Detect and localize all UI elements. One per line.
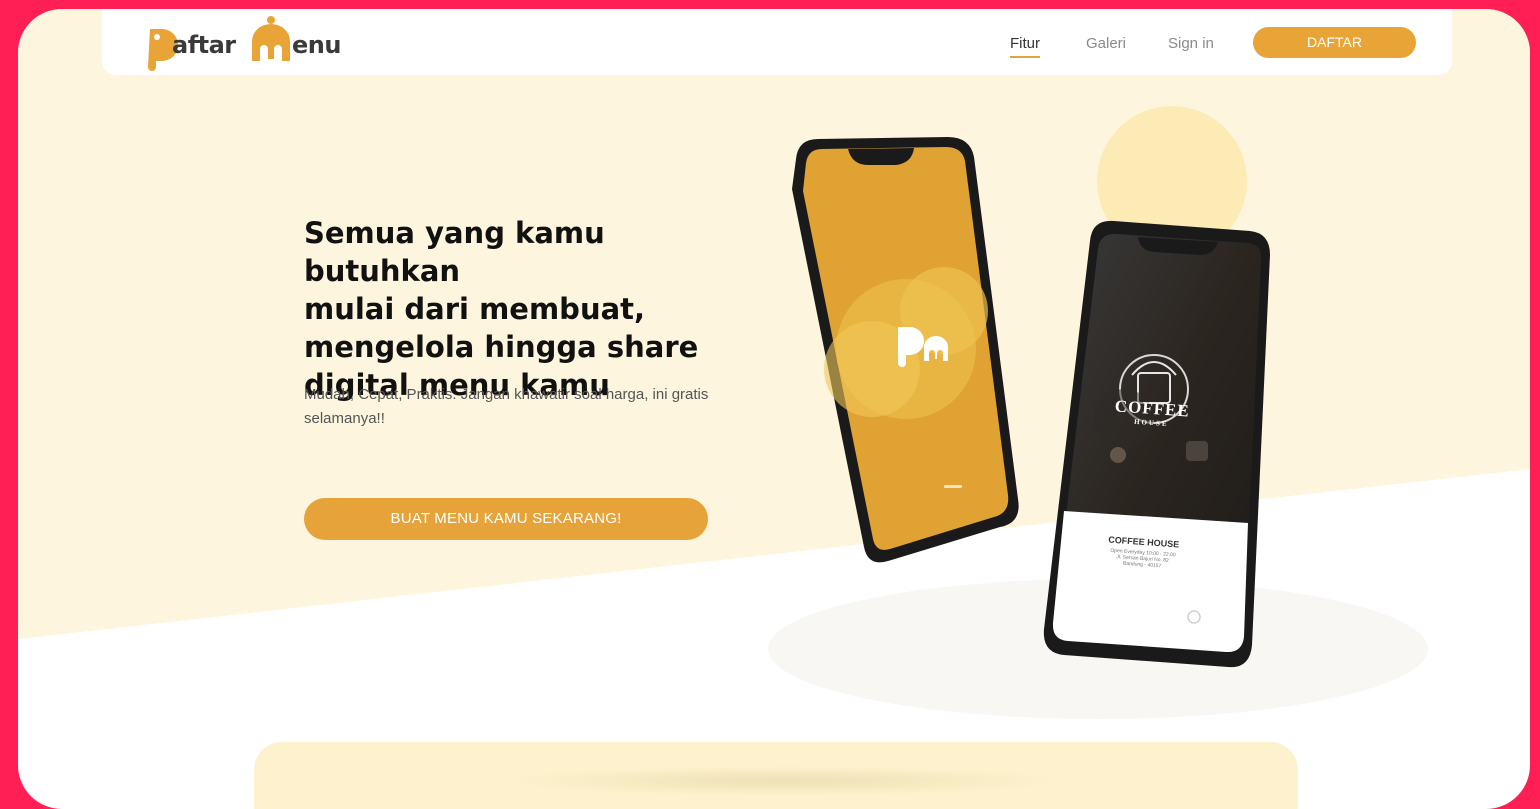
nav-link-sign-in-label: Sign in <box>1168 35 1214 52</box>
headline-line: mengelola hingga share <box>304 330 699 364</box>
headline-line: mulai dari membuat, <box>304 292 646 326</box>
logo-m-icon <box>252 16 290 62</box>
nav-link-galeri-label: Galeri <box>1086 35 1127 52</box>
front-phone <box>1043 220 1270 668</box>
nav-link-fitur[interactable]: Fitur <box>1010 35 1040 58</box>
create-menu-button[interactable]: BUAT MENU KAMU SEKARANG! <box>304 498 708 540</box>
register-button[interactable]: DAFTAR <box>1253 27 1416 58</box>
nav-link-galeri[interactable]: Galeri <box>1086 35 1126 52</box>
back-phone <box>792 137 1019 563</box>
features-card-shadow <box>504 766 1064 796</box>
nav-active-indicator <box>1010 56 1040 58</box>
hero-subtext: Mudah, Cepat, Praktis. Jangan khawatir s… <box>304 386 709 427</box>
headline-line: Semua yang kamu butuhkan <box>304 216 605 288</box>
page-frame: aftar enu Fitur Galeri Sign in DAFTAR Se… <box>18 9 1530 809</box>
phones-illustration: COFFEE HOUSE COFFEE HOUSE Open Everyday … <box>718 99 1278 719</box>
brand-logo[interactable]: aftar enu <box>146 15 346 71</box>
hero-headline: Semua yang kamu butuhkan mulai dari memb… <box>304 214 764 404</box>
phones-mockup <box>792 137 1270 668</box>
features-section-card <box>254 742 1298 809</box>
logo-text-part1: aftar <box>172 31 236 59</box>
nav-link-fitur-label: Fitur <box>1010 35 1040 52</box>
logo-text-part2: enu <box>292 31 341 59</box>
coffee-house-logo-text: COFFEE HOUSE <box>1111 396 1193 430</box>
top-navbar: aftar enu Fitur Galeri Sign in DAFTAR <box>102 9 1452 75</box>
nav-link-sign-in[interactable]: Sign in <box>1168 35 1214 52</box>
